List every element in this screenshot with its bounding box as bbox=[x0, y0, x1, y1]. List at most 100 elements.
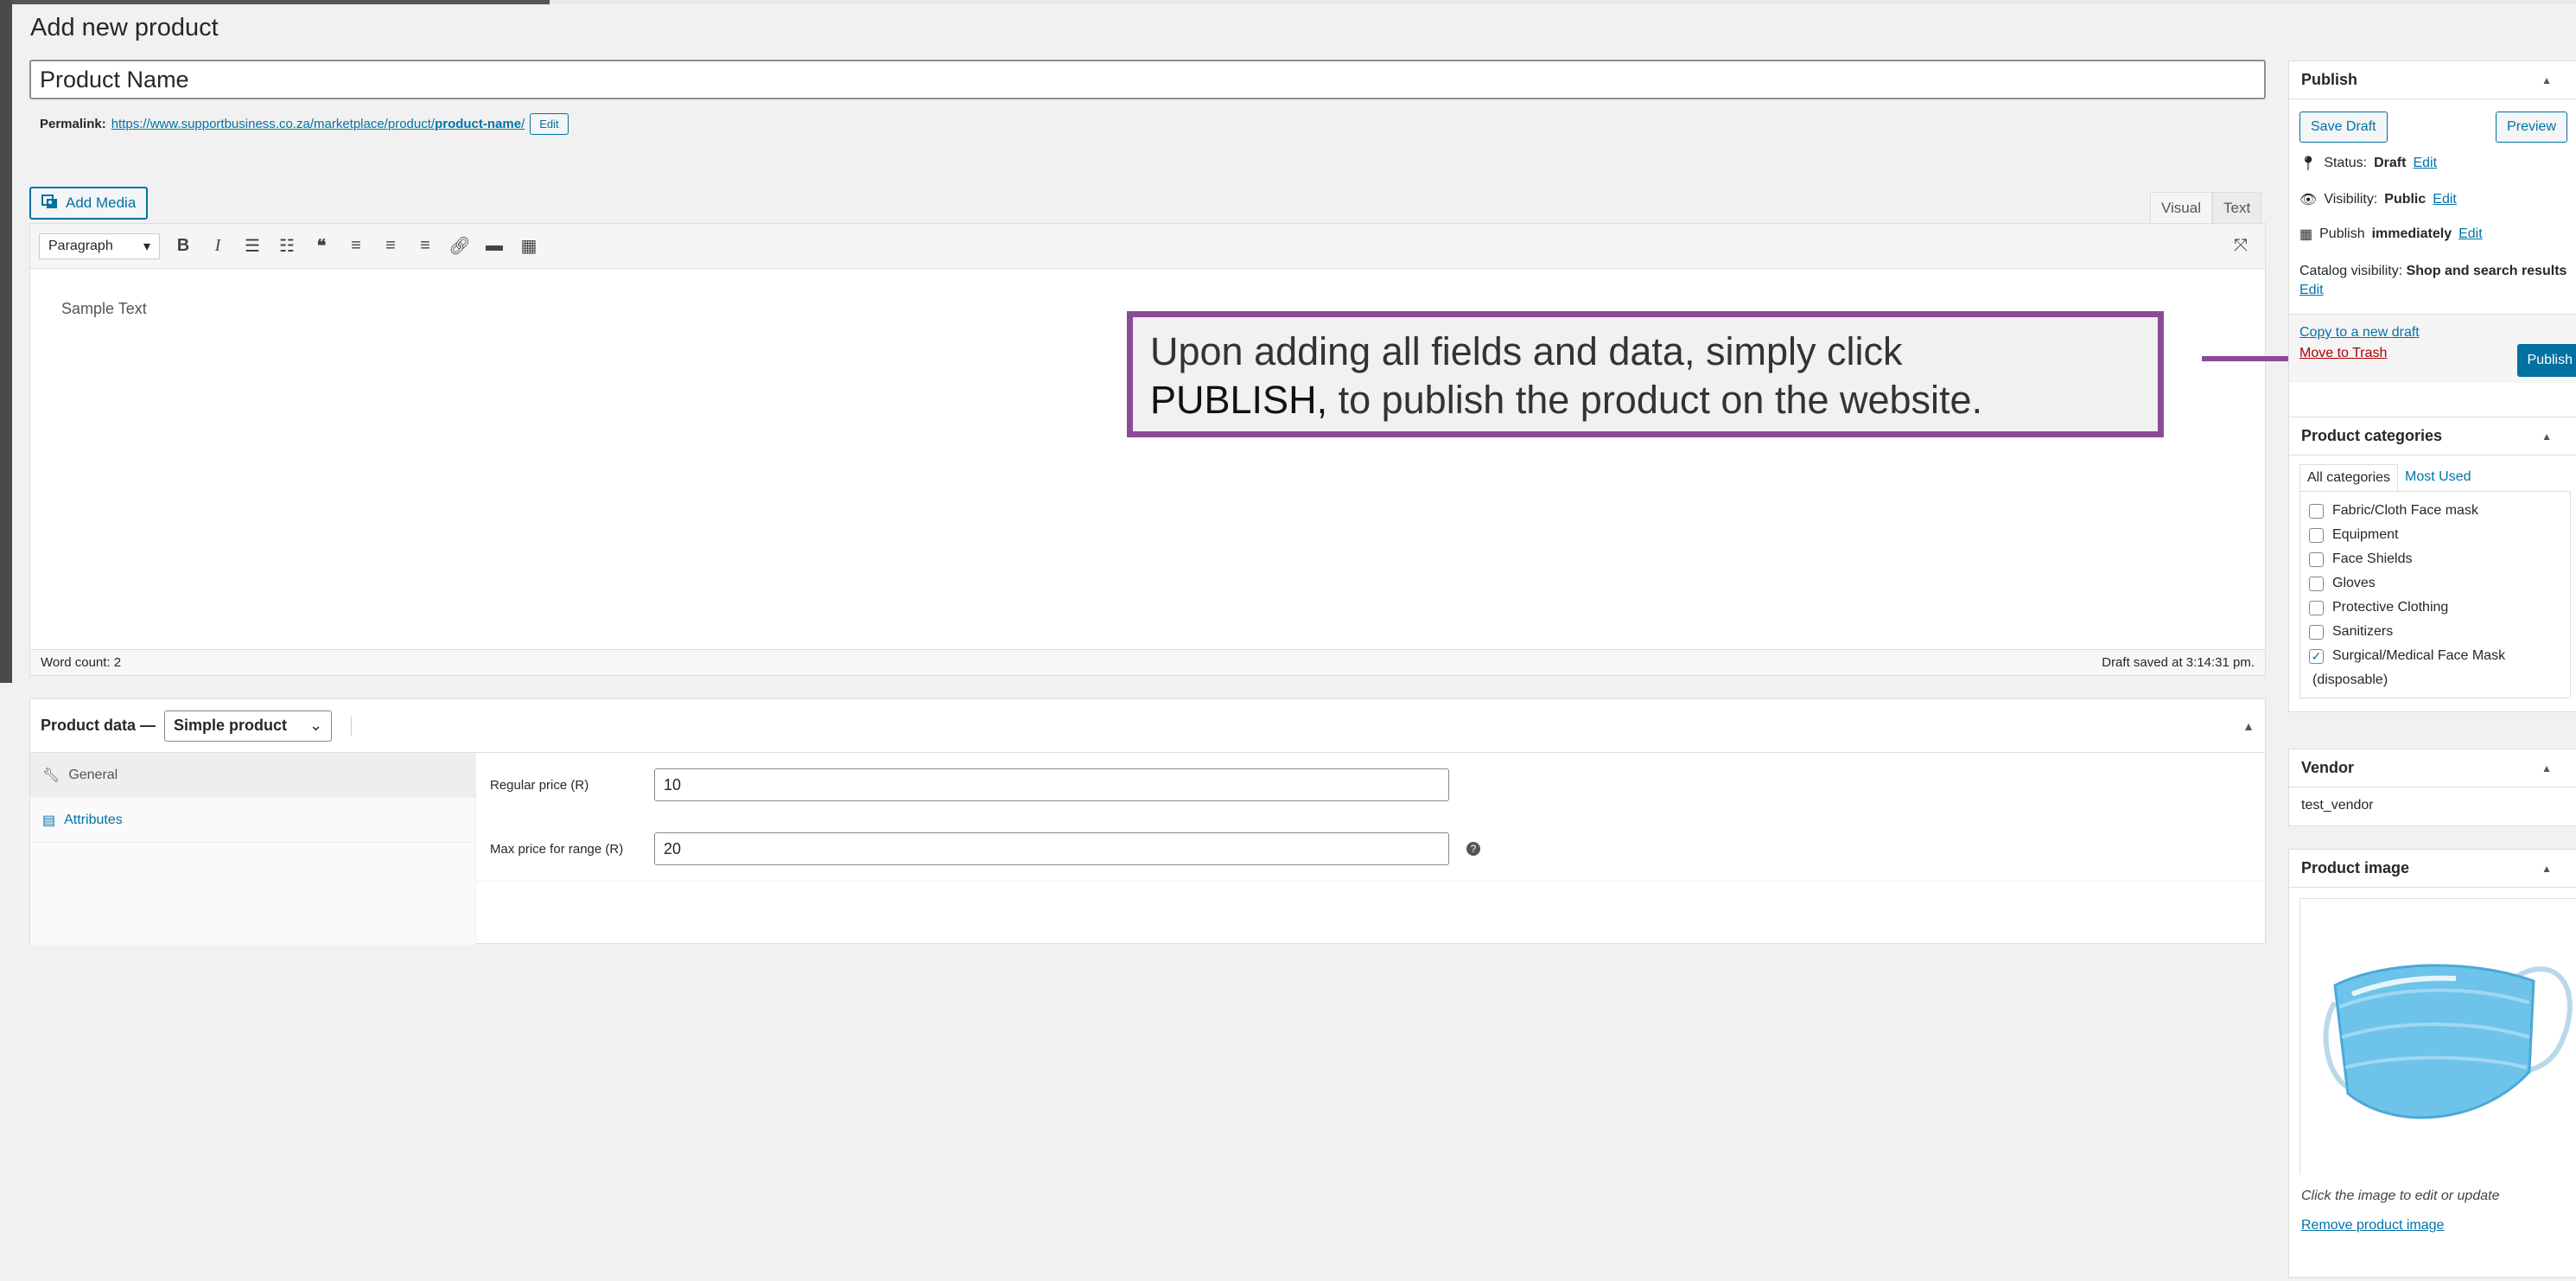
collapse-icon[interactable]: ▲ bbox=[2242, 719, 2255, 733]
permalink-link[interactable]: https://www.supportbusiness.co.za/market… bbox=[111, 117, 525, 131]
vendor-box: Vendor ▲ test_vendor bbox=[2288, 749, 2576, 826]
tab-attributes[interactable]: ▤ Attributes bbox=[30, 798, 475, 843]
tab-text[interactable]: Text bbox=[2212, 192, 2262, 225]
list-item[interactable]: ✓ Surgical/Medical Face Mask bbox=[2309, 644, 2561, 668]
fullscreen-icon[interactable]: ⤧ bbox=[2234, 236, 2248, 256]
categories-header[interactable]: Product categories ▲ bbox=[2289, 417, 2576, 456]
preview-button[interactable]: Preview bbox=[2496, 112, 2567, 143]
permalink-edit-button[interactable]: Edit bbox=[530, 113, 569, 135]
publish-when-label: Publish bbox=[2319, 226, 2365, 241]
catalog-edit-link[interactable]: Edit bbox=[2299, 283, 2324, 297]
draft-saved-status: Draft saved at 3:14:31 pm. bbox=[2102, 655, 2255, 670]
status-value: Draft bbox=[2374, 156, 2407, 170]
numbered-list-icon[interactable]: ☷ bbox=[276, 235, 298, 257]
product-data-general: Regular price (R) 10 Max price for range… bbox=[476, 753, 2265, 945]
add-media-button[interactable]: Add Media bbox=[29, 187, 149, 220]
callout-text-after: to publish the product on the website. bbox=[1338, 378, 1983, 422]
publish-button[interactable]: Publish bbox=[2516, 344, 2576, 377]
collapse-icon[interactable]: ▲ bbox=[2541, 863, 2552, 875]
category-checkbox[interactable] bbox=[2309, 576, 2324, 591]
category-label: Equipment bbox=[2332, 527, 2399, 542]
align-right-icon[interactable]: ≡ bbox=[414, 236, 436, 256]
align-left-icon[interactable]: ≡ bbox=[345, 236, 367, 256]
bullet-list-icon[interactable]: ☰ bbox=[241, 235, 264, 257]
content-editor: Paragraph ▾ B I ☰ ☷ ❝ ≡ ≡ ≡ 🔗︎ ▬ ▦ ⤧ Samp… bbox=[29, 223, 2266, 676]
publish-when-value: immediately bbox=[2371, 226, 2452, 241]
top-light-strip bbox=[550, 0, 2576, 3]
align-center-icon[interactable]: ≡ bbox=[379, 236, 402, 256]
section-divider bbox=[476, 881, 2265, 882]
product-data-panel: Product data — Simple product ⌄ ▲ 🔧︎ Gene… bbox=[29, 698, 2266, 945]
media-icon bbox=[41, 193, 59, 214]
status-edit-link[interactable]: Edit bbox=[2413, 156, 2437, 171]
publish-title: Publish bbox=[2301, 71, 2358, 88]
catalog-visibility-row: Catalog visibility: Shop and search resu… bbox=[2289, 257, 2576, 305]
category-checkbox[interactable] bbox=[2309, 551, 2324, 567]
category-checkbox[interactable] bbox=[2309, 624, 2324, 640]
toolbar-toggle-icon[interactable]: ▦ bbox=[518, 235, 540, 257]
max-price-row: Max price for range (R) 20 ? bbox=[476, 817, 2265, 881]
list-item[interactable]: Face Shields bbox=[2309, 547, 2561, 571]
collapse-icon[interactable]: ▲ bbox=[2541, 430, 2552, 443]
blockquote-icon[interactable]: ❝ bbox=[310, 235, 333, 257]
publish-date-row: ▦ Publish immediately Edit bbox=[2289, 220, 2576, 248]
remove-image-link[interactable]: Remove product image bbox=[2301, 1218, 2444, 1233]
editor-toolbar: Paragraph ▾ B I ☰ ☷ ❝ ≡ ≡ ≡ 🔗︎ ▬ ▦ ⤧ bbox=[30, 224, 2265, 269]
tab-all-categories[interactable]: All categories bbox=[2299, 464, 2399, 491]
product-image[interactable] bbox=[2299, 898, 2576, 1176]
publish-date-edit-link[interactable]: Edit bbox=[2458, 226, 2483, 242]
collapse-icon[interactable]: ▲ bbox=[2541, 762, 2552, 774]
category-label: Gloves bbox=[2332, 576, 2376, 590]
help-icon[interactable]: ? bbox=[1466, 842, 1480, 856]
list-item[interactable]: Sanitizers bbox=[2309, 620, 2561, 644]
link-icon[interactable]: 🔗︎ bbox=[448, 235, 471, 257]
format-selected: Paragraph bbox=[48, 238, 113, 253]
publish-header[interactable]: Publish ▲ bbox=[2289, 61, 2576, 99]
catalog-value: Shop and search results bbox=[2406, 264, 2567, 278]
tab-most-used[interactable]: Most Used bbox=[2398, 464, 2478, 491]
italic-icon[interactable]: I bbox=[207, 236, 229, 256]
product-data-tabs: 🔧︎ General ▤ Attributes bbox=[30, 753, 476, 945]
product-type-select[interactable]: Simple product ⌄ bbox=[164, 710, 333, 742]
copy-draft-link[interactable]: Copy to a new draft bbox=[2299, 325, 2420, 340]
permalink-row: Permalink: https://www.supportbusiness.c… bbox=[40, 113, 569, 135]
product-image-header[interactable]: Product image ▲ bbox=[2289, 850, 2576, 888]
calendar-icon: ▦ bbox=[2299, 227, 2313, 242]
categories-box: Product categories ▲ All categories Most… bbox=[2288, 417, 2576, 712]
max-price-input[interactable]: 20 bbox=[654, 832, 1449, 865]
product-data-label: Product data — bbox=[41, 717, 156, 734]
collapse-icon[interactable]: ▲ bbox=[2541, 74, 2552, 86]
product-image-title: Product image bbox=[2301, 859, 2410, 876]
remove-image-row: Remove product image bbox=[2289, 1211, 2576, 1247]
category-checkbox[interactable] bbox=[2309, 600, 2324, 615]
product-image-box: Product image ▲ Click the image to edit … bbox=[2288, 849, 2576, 1278]
format-select[interactable]: Paragraph ▾ bbox=[39, 233, 160, 259]
vendor-header[interactable]: Vendor ▲ bbox=[2289, 749, 2576, 787]
list-item[interactable]: Protective Clothing bbox=[2309, 596, 2561, 620]
image-caption: Click the image to edit or update bbox=[2301, 1189, 2500, 1203]
status-row: 📍︎ Status: Draft Edit bbox=[2289, 150, 2576, 177]
visibility-edit-link[interactable]: Edit bbox=[2433, 192, 2457, 207]
category-label: Sanitizers bbox=[2332, 624, 2394, 639]
publish-box: Publish ▲ Save Draft Preview 📍︎ Status: … bbox=[2288, 61, 2576, 418]
category-checkbox-checked[interactable]: ✓ bbox=[2309, 648, 2324, 664]
save-draft-button[interactable]: Save Draft bbox=[2299, 112, 2388, 143]
permalink-url-prefix: https://www.supportbusiness.co.za/market… bbox=[111, 117, 436, 131]
list-item[interactable]: Fabric/Cloth Face mask bbox=[2309, 499, 2561, 523]
read-more-icon[interactable]: ▬ bbox=[483, 236, 506, 256]
category-label: Fabric/Cloth Face mask bbox=[2332, 503, 2478, 518]
product-title-input[interactable]: Product Name bbox=[29, 60, 2266, 99]
tab-visual[interactable]: Visual bbox=[2150, 192, 2212, 225]
list-item[interactable]: Equipment bbox=[2309, 523, 2561, 547]
permalink-slug: product-name bbox=[435, 117, 522, 131]
categories-tabs: All categories Most Used bbox=[2289, 456, 2576, 491]
list-item[interactable]: Gloves bbox=[2309, 571, 2561, 596]
category-label: Face Shields bbox=[2332, 551, 2413, 566]
tab-general[interactable]: 🔧︎ General bbox=[30, 753, 475, 798]
category-checkbox[interactable] bbox=[2309, 527, 2324, 543]
category-checkbox[interactable] bbox=[2309, 503, 2324, 519]
bold-icon[interactable]: B bbox=[172, 236, 194, 256]
callout-text-before: Upon adding all fields and data, simply … bbox=[1150, 329, 1903, 373]
editor-statusbar: Word count: 2 Draft saved at 3:14:31 pm. bbox=[30, 649, 2265, 675]
regular-price-input[interactable]: 10 bbox=[654, 768, 1449, 801]
